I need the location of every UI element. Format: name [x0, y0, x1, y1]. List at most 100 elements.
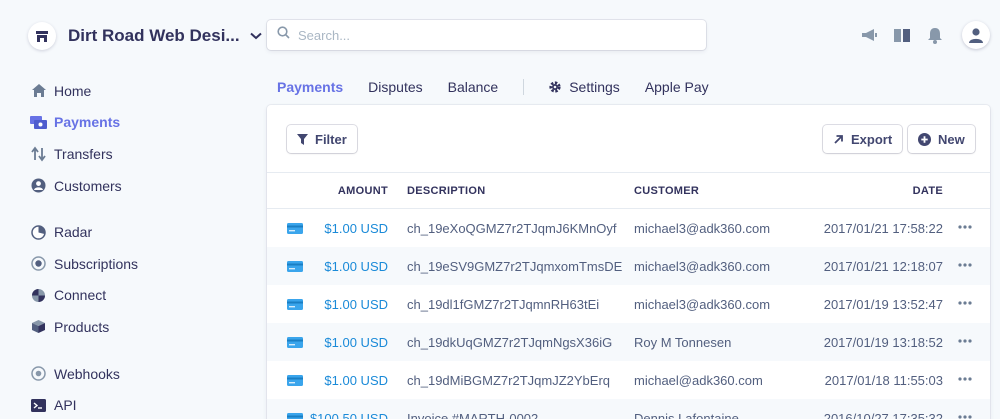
- more-icon[interactable]: [956, 217, 974, 237]
- sidebar-item-customers[interactable]: Customers: [30, 170, 240, 202]
- chevron-down-icon: [249, 27, 262, 45]
- sidebar-item-connect[interactable]: Connect: [30, 280, 240, 312]
- table-row[interactable]: $1.00 USD ch_19eSV9GMZ7r2TJqmxomTmsDE mi…: [267, 247, 990, 285]
- sidebar-item-payments[interactable]: Payments: [30, 107, 240, 139]
- more-icon[interactable]: [956, 331, 974, 351]
- megaphone-icon[interactable]: [858, 22, 880, 48]
- search-input[interactable]: [298, 27, 678, 43]
- row-description: ch_19dl1fGMZ7r2TJqmnRH63tEi: [407, 297, 600, 312]
- more-icon[interactable]: [956, 369, 974, 389]
- sidebar-item-api[interactable]: API: [30, 389, 240, 419]
- gear-icon: [549, 81, 561, 93]
- filter-icon: [297, 133, 308, 145]
- tab-payments[interactable]: Payments: [277, 79, 343, 95]
- account-switcher[interactable]: Dirt Road Web Desi...: [28, 20, 262, 52]
- payments-card: Filter Export New AMOUNT DESCRIPTION CUS…: [267, 105, 990, 419]
- header-date[interactable]: DATE: [913, 185, 943, 197]
- radar-icon: [30, 224, 47, 241]
- sidebar-item-subscriptions[interactable]: Subscriptions: [30, 248, 240, 280]
- tab-balance[interactable]: Balance: [448, 79, 499, 95]
- card-icon: [287, 374, 303, 389]
- header-customer[interactable]: CUSTOMER: [634, 185, 699, 197]
- webhooks-icon: [30, 365, 47, 382]
- filter-label: Filter: [315, 131, 347, 147]
- payments-icon: [30, 114, 47, 131]
- row-description: Invoice #MARTH-0002 –: [407, 411, 550, 419]
- search-bar[interactable]: [267, 20, 706, 50]
- card-icon: [287, 412, 303, 419]
- sidebar-item-label: Home: [54, 82, 92, 99]
- row-date: 2017/01/19 13:18:52: [823, 335, 943, 350]
- new-label: New: [938, 131, 965, 147]
- row-amount: $1.00 USD: [324, 221, 388, 236]
- book-icon[interactable]: [891, 22, 913, 48]
- row-description: ch_19eXoQGMZ7r2TJqmJ6KMnOyf: [407, 221, 617, 236]
- header-description[interactable]: DESCRIPTION: [407, 185, 485, 197]
- account-name: Dirt Road Web Desi...: [68, 26, 240, 45]
- tab-disputes[interactable]: Disputes: [368, 79, 422, 95]
- row-customer: michael3@adk360.com: [634, 297, 771, 312]
- subscriptions-icon: [30, 255, 47, 272]
- home-icon: [30, 82, 47, 99]
- row-date: 2017/01/18 11:55:03: [824, 373, 943, 388]
- export-button[interactable]: Export: [823, 125, 903, 153]
- box-icon: [30, 318, 47, 335]
- row-customer: michael@adk360.com: [634, 373, 763, 388]
- table-row[interactable]: $1.00 USD ch_19dMiBGMZ7r2TJqmJZ2YbErq mi…: [267, 361, 990, 399]
- sidebar-item-label: Products: [54, 318, 110, 335]
- sidebar-item-webhooks[interactable]: Webhooks: [30, 358, 240, 390]
- store-icon: [28, 22, 56, 50]
- row-date: 2017/01/19 13:52:47: [823, 297, 943, 312]
- row-description: ch_19dMiBGMZ7r2TJqmJZ2YbErq: [407, 373, 611, 388]
- row-amount: $1.00 USD: [324, 373, 388, 388]
- row-amount: $100.50 USD: [309, 411, 388, 419]
- card-icon: [287, 336, 303, 351]
- new-button[interactable]: New: [908, 125, 975, 153]
- bell-icon[interactable]: [924, 22, 946, 48]
- sidebar-nav: Home Payments Transfers Customers Radar …: [30, 75, 240, 419]
- sidebar-item-radar[interactable]: Radar: [30, 216, 240, 248]
- row-date: 2016/10/27 17:35:32: [823, 411, 943, 419]
- tab-divider: [523, 79, 525, 95]
- transfers-icon: [30, 145, 47, 162]
- plus-icon: [918, 132, 931, 146]
- row-description: ch_19eSV9GMZ7r2TJqmxomTmsDE: [407, 259, 623, 274]
- more-icon[interactable]: [956, 255, 974, 275]
- sidebar-item-label: Connect: [54, 287, 107, 304]
- row-customer: Dennis Lafontaine: [634, 411, 739, 419]
- sidebar-item-products[interactable]: Products: [30, 311, 240, 343]
- tab-settings-label: Settings: [569, 79, 620, 95]
- sidebar-item-label: Subscriptions: [54, 255, 139, 272]
- row-customer: michael3@adk360.com: [634, 259, 771, 274]
- more-icon[interactable]: [956, 407, 974, 419]
- table-row[interactable]: $100.50 USD Invoice #MARTH-0002 – Dennis…: [267, 399, 990, 419]
- avatar[interactable]: [962, 21, 990, 49]
- arrow-up-right-icon: [834, 134, 843, 144]
- row-amount: $1.00 USD: [324, 297, 388, 312]
- filter-button[interactable]: Filter: [287, 125, 357, 153]
- sidebar-item-label: Radar: [54, 224, 93, 241]
- row-description: ch_19dkUqGMZ7r2TJqmNgsX36iG: [407, 335, 613, 350]
- user-icon: [969, 28, 983, 43]
- table-row[interactable]: $1.00 USD ch_19dkUqGMZ7r2TJqmNgsX36iG Ro…: [267, 323, 990, 361]
- sidebar-item-transfers[interactable]: Transfers: [30, 138, 240, 170]
- table-row[interactable]: $1.00 USD ch_19eXoQGMZ7r2TJqmJ6KMnOyf mi…: [267, 209, 990, 247]
- export-label: Export: [851, 131, 893, 147]
- tab-bar: Payments Disputes Balance Settings Apple…: [277, 76, 734, 98]
- header-amount[interactable]: AMOUNT: [338, 185, 388, 197]
- tab-apple-pay[interactable]: Apple Pay: [645, 79, 709, 95]
- more-icon[interactable]: [956, 293, 974, 313]
- table-row[interactable]: $1.00 USD ch_19dl1fGMZ7r2TJqmnRH63tEi mi…: [267, 285, 990, 323]
- terminal-icon: [30, 397, 47, 414]
- card-icon: [287, 298, 303, 313]
- row-amount: $1.00 USD: [324, 335, 388, 350]
- card-icon: [287, 222, 303, 237]
- sidebar-item-label: Transfers: [54, 145, 113, 162]
- sidebar-item-home[interactable]: Home: [30, 75, 240, 107]
- sidebar-item-label: API: [54, 397, 77, 414]
- row-date: 2017/01/21 12:18:07: [823, 259, 943, 274]
- row-customer: michael3@adk360.com: [634, 221, 771, 236]
- tab-settings[interactable]: Settings: [548, 79, 620, 95]
- search-icon: [277, 26, 290, 44]
- connect-icon: [30, 287, 47, 304]
